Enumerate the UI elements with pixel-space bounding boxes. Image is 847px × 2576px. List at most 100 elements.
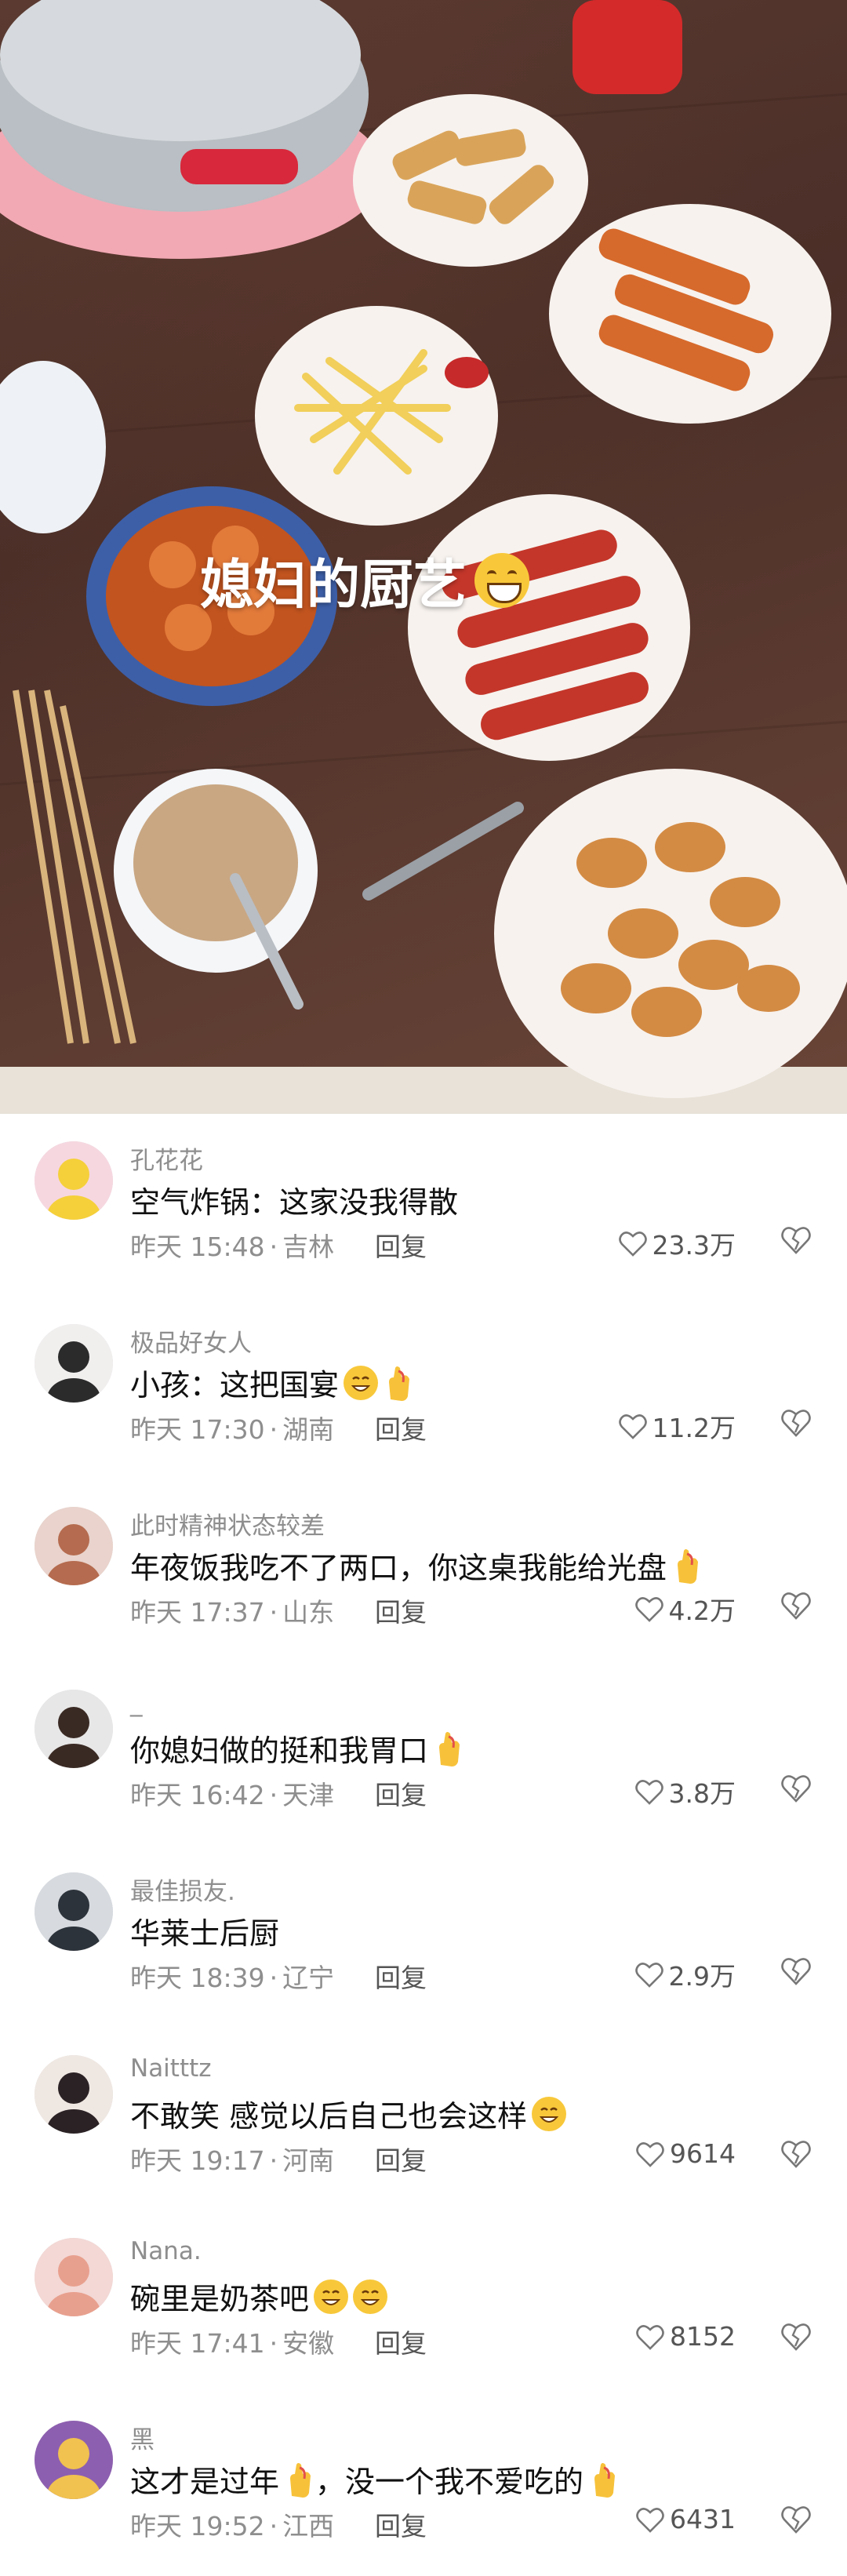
comment-text-content: 不敢笑 感觉以后自己也会这样 (130, 2099, 528, 2134)
avatar[interactable] (35, 1690, 113, 1768)
broken-heart-icon[interactable] (780, 1588, 812, 1621)
comment-text: 年夜饭我吃不了两口，你这桌我能给光盘 (130, 1544, 703, 1587)
broken-heart-icon[interactable] (780, 2502, 812, 2535)
comment-item[interactable]: _ 你媳妇做的挺和我胃口 昨天 16:42 · 天津 回复 3.8万 (0, 1662, 847, 1845)
comment-meta: 昨天 17:37 · 山东 (130, 1592, 334, 1629)
like-button[interactable]: 8152 (635, 2321, 736, 2352)
spring-rolls-plate (353, 94, 588, 267)
comment-location: 天津 (282, 1780, 335, 1810)
comment-text-content: 华莱士后厨 (130, 1916, 280, 1951)
comment-text: 小孩：这把国宴 (130, 1361, 414, 1404)
reply-button[interactable]: 回复 (375, 2323, 427, 2360)
comment-username[interactable]: _ (130, 1689, 143, 1717)
like-count: 2.9万 (668, 1961, 736, 1992)
avatar[interactable] (35, 2055, 113, 2134)
post-caption: 媳妇的厨艺 (200, 541, 530, 619)
comment-text-content: 空气炸锅：这家没我得散 (130, 1185, 459, 1220)
comment-text: 空气炸锅：这家没我得散 (130, 1178, 458, 1221)
comment-time: 昨天 17:30 (130, 1414, 265, 1445)
reply-button[interactable]: 回复 (375, 2505, 427, 2543)
comment-meta: 昨天 19:52 · 江西 (130, 2505, 334, 2543)
reply-button[interactable]: 回复 (375, 1774, 427, 1812)
like-button[interactable]: 3.8万 (634, 1773, 736, 1810)
comment-item[interactable]: 极品好女人 小孩：这把国宴 昨天 17:30 · 湖南 回复 11.2万 (0, 1297, 847, 1479)
comment-time: 昨天 16:42 (130, 1780, 265, 1810)
meta-separator: · (269, 1232, 278, 1262)
post-photo[interactable]: 媳妇的厨艺 (0, 0, 847, 1114)
comment-text-content: 碗里是奶茶吧 (130, 2282, 310, 2316)
meta-separator: · (269, 2328, 278, 2359)
like-button[interactable]: 4.2万 (634, 1590, 736, 1628)
comment-username[interactable]: Naitttz (130, 2054, 212, 2083)
heart-icon (634, 1963, 663, 1988)
comment-meta: 昨天 19:17 · 河南 (130, 2140, 334, 2178)
comment-time: 昨天 19:17 (130, 2145, 265, 2176)
comment-username[interactable]: 黑 (130, 2420, 154, 2455)
broken-heart-icon[interactable] (780, 2319, 812, 2352)
reply-button[interactable]: 回复 (375, 1409, 427, 1446)
like-button[interactable]: 11.2万 (618, 1407, 736, 1445)
comment-location: 山东 (282, 1597, 335, 1628)
comment-time: 昨天 17:37 (130, 1597, 265, 1628)
comment-text-content: 年夜饭我吃不了两口，你这桌我能给光盘 (130, 1551, 667, 1585)
comment-username[interactable]: 此时精神状态较差 (130, 1506, 325, 1541)
comment-item[interactable]: 最佳损友. 华莱士后厨 昨天 18:39 · 辽宁 回复 2.9万 (0, 1845, 847, 2028)
comment-location: 湖南 (282, 1414, 335, 1445)
milk-tea-bowl (114, 769, 318, 1010)
heart-icon (634, 1780, 663, 1805)
comment-time: 昨天 19:52 (130, 2511, 265, 2541)
broken-heart-icon[interactable] (780, 1771, 812, 1804)
meta-separator: · (269, 1597, 278, 1628)
comment-username[interactable]: 极品好女人 (130, 1323, 252, 1359)
broken-heart-icon[interactable] (780, 1223, 812, 1256)
reply-button[interactable]: 回复 (375, 2140, 427, 2178)
like-button[interactable]: 23.3万 (618, 1224, 736, 1262)
comment-username[interactable]: 孔花花 (130, 1141, 203, 1176)
drink-bottle (573, 0, 682, 94)
cup (0, 361, 106, 533)
ok-hand-icon (383, 1365, 414, 1401)
skewers-plate (549, 204, 831, 424)
reply-button[interactable]: 回复 (375, 1592, 427, 1629)
comment-text-content: 小孩：这把国宴 (130, 1368, 340, 1403)
like-button[interactable]: 6431 (635, 2504, 736, 2534)
avatar[interactable] (35, 1507, 113, 1585)
comment-username[interactable]: 最佳损友. (130, 1872, 235, 1907)
comment-item[interactable]: Nana. 碗里是奶茶吧 昨天 17:41 · 安徽 回复 8152 (0, 2210, 847, 2393)
spoon (362, 802, 524, 901)
avatar[interactable] (35, 1872, 113, 1951)
avatar[interactable] (35, 1141, 113, 1220)
comment-time: 昨天 18:39 (130, 1963, 265, 1993)
avatar[interactable] (35, 2421, 113, 2499)
thumbs-up-icon (284, 2461, 315, 2498)
laughing-face-icon (344, 1365, 379, 1400)
avatar[interactable] (35, 1324, 113, 1403)
comment-text-continued: ，没一个我不爱吃的 (315, 2465, 584, 2499)
like-button[interactable]: 9614 (635, 2138, 736, 2169)
reply-button[interactable]: 回复 (375, 1957, 427, 1995)
broken-heart-icon[interactable] (780, 1954, 812, 1987)
comment-item[interactable]: Naitttz 不敢笑 感觉以后自己也会这样 昨天 19:17 · 河南 回复 96… (0, 2028, 847, 2210)
reply-button[interactable]: 回复 (375, 1226, 427, 1264)
comment-item[interactable]: 此时精神状态较差 年夜饭我吃不了两口，你这桌我能给光盘 昨天 17:37 · 山东 … (0, 1479, 847, 1662)
electric-pot (0, 0, 384, 259)
heart-icon (618, 1414, 647, 1439)
comment-text: 不敢笑 感觉以后自己也会这样 (130, 2092, 567, 2135)
meta-separator: · (269, 1414, 278, 1445)
comment-text: 碗里是奶茶吧 (130, 2275, 388, 2318)
comment-meta: 昨天 18:39 · 辽宁 (130, 1957, 334, 1995)
comment-item[interactable]: 孔花花 空气炸锅：这家没我得散 昨天 15:48 · 吉林 回复 23.3万 (0, 1114, 847, 1297)
heart-icon (636, 2141, 664, 2167)
comment-meta: 昨天 16:42 · 天津 (130, 1774, 334, 1812)
broken-heart-icon[interactable] (780, 2137, 812, 2170)
avatar[interactable] (35, 2238, 113, 2316)
comment-username[interactable]: Nana. (130, 2237, 202, 2265)
like-button[interactable]: 2.9万 (634, 1956, 736, 1993)
comment-location: 吉林 (282, 1232, 335, 1262)
comment-location: 安徽 (282, 2328, 335, 2359)
comment-text: 华莱士后厨 (130, 1909, 279, 1952)
comment-text-content: 你媳妇做的挺和我胃口 (130, 1734, 429, 1768)
comment-time: 昨天 15:48 (130, 1232, 265, 1262)
broken-heart-icon[interactable] (780, 1406, 812, 1439)
comment-item[interactable]: 黑 这才是过年 ，没一个我不爱吃的 昨天 19:52 · 江西 回复 6431 (0, 2393, 847, 2576)
